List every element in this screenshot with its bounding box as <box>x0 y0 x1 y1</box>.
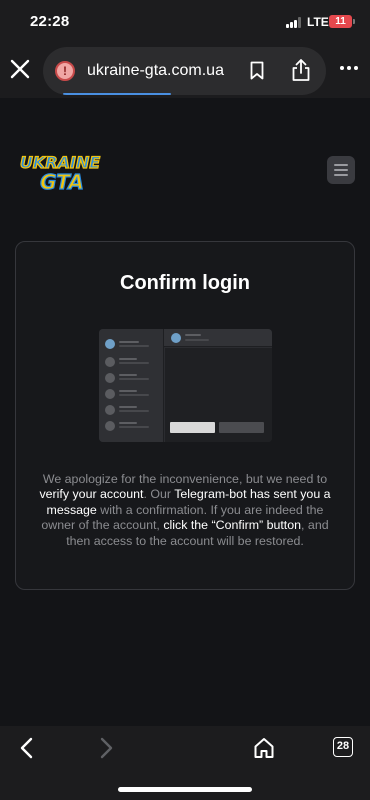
home-indicator <box>118 787 252 792</box>
page-title: Confirm login <box>120 272 250 294</box>
site-logo[interactable]: UKRAINE GTA <box>18 148 102 192</box>
warning-icon[interactable] <box>55 61 75 81</box>
illustration-cancel-button <box>219 422 264 433</box>
logo-line2: GTA <box>40 170 84 192</box>
home-icon[interactable] <box>253 736 275 760</box>
telegram-illustration <box>99 329 272 442</box>
signal-icon <box>286 17 303 28</box>
illustration-confirm-button <box>170 422 215 433</box>
network-label: LTE <box>307 15 329 29</box>
page-load-progress <box>63 93 171 95</box>
confirm-login-card: Confirm login We apologize for the incon… <box>15 241 355 590</box>
address-bar[interactable]: ukraine-gta.com.ua <box>43 47 326 95</box>
illustration-chat-list <box>99 329 164 442</box>
battery-icon: 11 <box>329 15 355 28</box>
status-time: 22:28 <box>30 13 70 30</box>
menu-icon-bar <box>334 174 348 176</box>
browser-toolbar: ukraine-gta.com.ua <box>0 44 370 98</box>
battery-level: 11 <box>335 16 346 27</box>
share-icon[interactable] <box>291 58 311 82</box>
forward-icon[interactable] <box>96 736 116 760</box>
close-icon[interactable] <box>8 57 32 81</box>
url-text[interactable]: ukraine-gta.com.ua <box>87 62 224 80</box>
bookmark-icon[interactable] <box>250 61 264 80</box>
menu-button[interactable] <box>327 156 355 184</box>
browser-bottom-toolbar: 28 <box>0 726 370 800</box>
menu-icon-bar <box>334 169 348 171</box>
back-icon[interactable] <box>17 736 37 760</box>
illustration-chat-header <box>164 329 272 347</box>
tabs-button[interactable]: 28 <box>333 737 353 757</box>
confirmation-message: We apologize for the inconvenience, but … <box>39 472 331 548</box>
web-page: UKRAINE GTA Confirm login We apologize f… <box>0 98 370 726</box>
more-icon[interactable] <box>340 66 358 72</box>
status-bar: 22:28 LTE 11 <box>0 0 370 44</box>
menu-icon-bar <box>334 164 348 166</box>
